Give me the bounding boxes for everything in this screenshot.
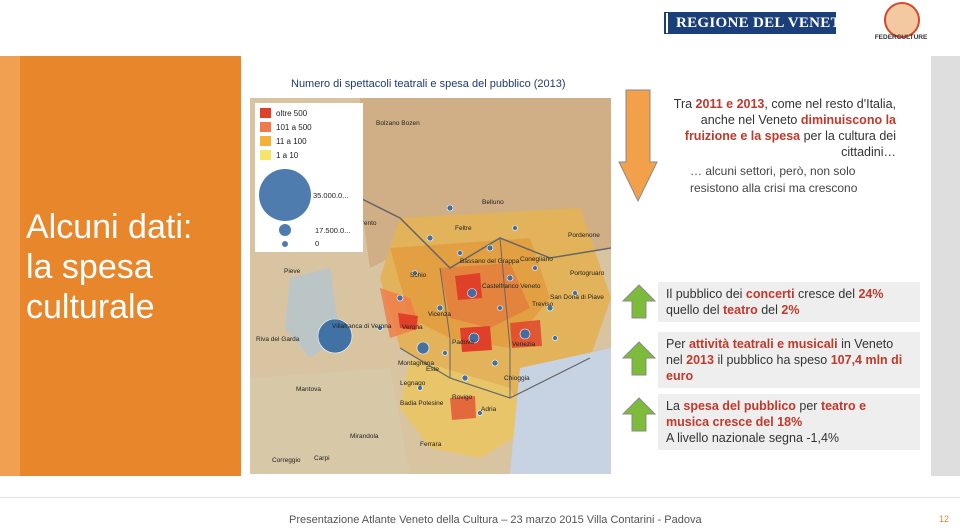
city-label-padova: Padova bbox=[452, 339, 475, 346]
city-label-villafranca: Villafranca di Verona bbox=[332, 323, 392, 330]
city-label-carpi: Carpi bbox=[314, 455, 330, 462]
up-arrow-icon bbox=[621, 284, 657, 319]
city-label-castelfranco: Castelfranco Veneto bbox=[482, 283, 541, 290]
city-label-portogruaro: Portogruaro bbox=[570, 270, 605, 277]
legend-item-101-500: 101 a 500 bbox=[260, 122, 312, 132]
box3-text: per bbox=[795, 399, 821, 413]
left-strip bbox=[0, 56, 20, 476]
city-label-feltre: Feltre bbox=[455, 225, 472, 232]
city-label-treviso: Treviso bbox=[532, 301, 554, 308]
regione-veneto-logo: REGIONE DEL VENETO bbox=[664, 12, 852, 34]
section-title-line3: culturale bbox=[26, 288, 155, 326]
intro-prefix: Tra bbox=[673, 97, 696, 111]
info-box-spesa-cresce: La spesa del pubblico per teatro e music… bbox=[658, 394, 920, 450]
footer-text: Presentazione Atlante Veneto della Cultu… bbox=[289, 514, 702, 526]
city-label-mantova: Mantova bbox=[296, 386, 321, 393]
city-label-vicenza: Vicenza bbox=[428, 311, 452, 318]
legend-label: 11 a 100 bbox=[276, 136, 307, 146]
box1-pct-concerti: 24% bbox=[858, 287, 884, 301]
section-title: Alcuni dati: la spesa culturale bbox=[26, 207, 236, 327]
city-label-adria: Adria bbox=[481, 406, 497, 413]
city-label-chioggia: Chioggia bbox=[504, 375, 530, 382]
city-label-belluno: Belluno bbox=[482, 199, 504, 206]
city-label-badia: Badia Polesine bbox=[400, 400, 444, 407]
city-label-pieve: Pieve bbox=[284, 268, 301, 275]
legend-bubble-large: 35.000.0... bbox=[313, 191, 349, 200]
federculture-logo-icon bbox=[884, 2, 920, 38]
box2-text: il pubblico ha speso bbox=[713, 353, 831, 367]
section-title-line2: la spesa bbox=[26, 248, 153, 286]
intro-years: 2011 e 2013 bbox=[695, 97, 765, 111]
right-strip bbox=[931, 56, 960, 476]
city-label-bassano: Bassano del Grappa bbox=[460, 258, 520, 265]
up-arrow-icon bbox=[621, 341, 657, 376]
box3-national: A livello nazionale segna -1,4% bbox=[666, 431, 840, 445]
footer-divider bbox=[0, 497, 960, 498]
regione-shield-icon bbox=[666, 13, 668, 33]
box1-teatro: teatro bbox=[723, 303, 758, 317]
city-label-rovigo: Rovigo bbox=[452, 394, 473, 401]
box1-pct-teatro: 2% bbox=[781, 303, 800, 317]
legend-swatch bbox=[260, 136, 271, 146]
box1-text: cresce del bbox=[794, 287, 859, 301]
legend-label: 1 a 10 bbox=[276, 150, 299, 160]
city-label-conegliano: Conegliano bbox=[520, 256, 553, 263]
legend-label: 101 a 500 bbox=[276, 122, 312, 132]
info-box-spesa-2013: Per attività teatrali e musicali in Vene… bbox=[658, 332, 920, 388]
city-label-legnago: Legnago bbox=[400, 380, 426, 387]
legend-swatch bbox=[260, 108, 271, 118]
map-title: Numero di spettacoli teatrali e spesa de… bbox=[291, 78, 566, 90]
legend-bubbles bbox=[259, 169, 311, 247]
city-label-venezia: Venezia bbox=[512, 341, 536, 348]
box2-attivita: attività teatrali e musicali bbox=[688, 337, 838, 351]
federculture-label: FEDERCULTURE bbox=[874, 34, 928, 41]
city-label-montagnana: Montagnana bbox=[398, 360, 435, 367]
legend-bubble-medium: 17.500.0... bbox=[315, 226, 351, 235]
legend-label: oltre 500 bbox=[276, 108, 308, 118]
map-legend: oltre 500 101 a 500 11 a 100 1 a 10 35.0… bbox=[255, 103, 363, 252]
city-label-bolzano: Bolzano Bozen bbox=[376, 120, 420, 127]
city-label-riva: Riva del Garda bbox=[256, 336, 300, 343]
box1-concerti: concerti bbox=[745, 287, 795, 301]
box2-text: Per bbox=[666, 337, 689, 351]
city-label-sandona: San Donà di Piave bbox=[550, 294, 604, 301]
intro-text: Tra 2011 e 2013, come nel resto d'Italia… bbox=[650, 96, 896, 160]
legend-bubble-small: 0 bbox=[315, 239, 320, 248]
legend-swatch bbox=[260, 122, 271, 132]
info-box-concerti: Il pubblico dei concerti cresce del 24% … bbox=[658, 282, 920, 322]
city-label-schio: Schio bbox=[410, 272, 427, 279]
legend-swatch bbox=[260, 150, 271, 160]
box1-text: Il pubblico dei bbox=[666, 287, 746, 301]
city-label-correggio: Correggio bbox=[272, 457, 301, 464]
intro-suffix: per la cultura dei cittadini… bbox=[800, 129, 896, 159]
legend-item-11-100: 11 a 100 bbox=[260, 136, 307, 146]
sub-note: … alcuni settori, però, non solo resisto… bbox=[690, 164, 858, 195]
legend-item-1-10: 1 a 10 bbox=[260, 150, 298, 160]
box2-year: 2013 bbox=[686, 353, 714, 367]
page-number: 12 bbox=[939, 514, 950, 524]
box3-text: La bbox=[666, 399, 684, 413]
city-label-verona: Verona bbox=[402, 324, 423, 331]
up-arrow-icon bbox=[621, 397, 657, 432]
box3-spesa: spesa del pubblico bbox=[683, 399, 796, 413]
legend-item-oltre-500: oltre 500 bbox=[260, 108, 307, 118]
box1-text: del bbox=[757, 303, 782, 317]
section-title-line1: Alcuni dati: bbox=[26, 208, 193, 246]
box1-text: quello del bbox=[666, 303, 723, 317]
regione-logo-text: REGIONE DEL VENETO bbox=[676, 14, 853, 31]
city-label-ferrara: Ferrara bbox=[420, 441, 442, 448]
city-label-este: Este bbox=[426, 366, 440, 373]
city-label-mirandola: Mirandola bbox=[350, 433, 379, 440]
city-label-pordenone: Pordenone bbox=[568, 232, 600, 239]
